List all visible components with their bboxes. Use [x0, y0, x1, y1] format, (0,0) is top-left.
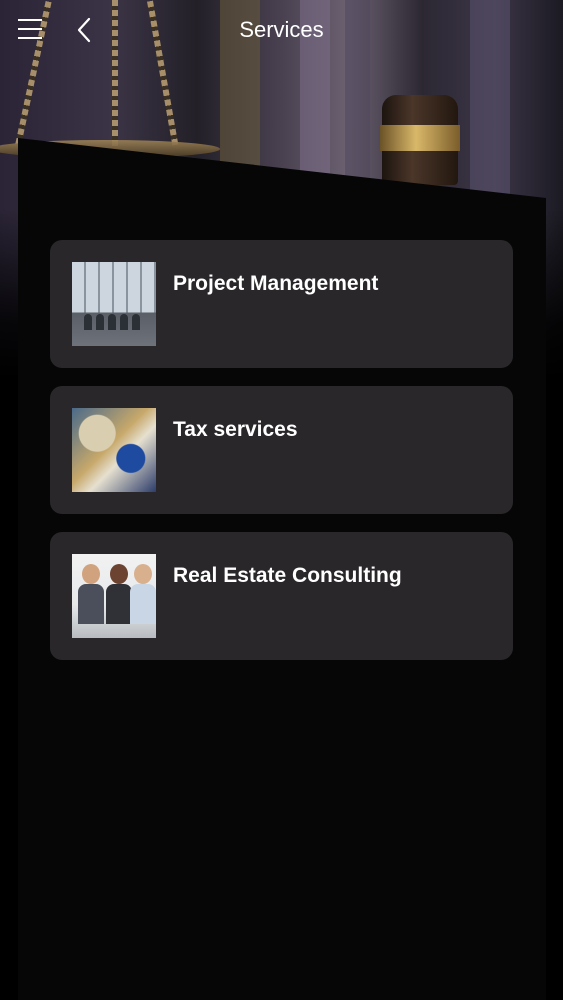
service-label: Real Estate Consulting — [173, 564, 402, 587]
service-card-project-management[interactable]: Project Management — [50, 240, 513, 368]
desk-papers-photo — [72, 408, 156, 492]
service-label: Tax services — [173, 418, 298, 441]
meeting-room-photo — [72, 262, 156, 346]
top-bar: Services — [0, 0, 563, 60]
services-list: Project Management Tax services Real Est… — [50, 240, 513, 678]
service-card-tax-services[interactable]: Tax services — [50, 386, 513, 514]
service-label: Project Management — [173, 272, 379, 295]
page-title: Services — [239, 17, 324, 42]
gavel-band — [380, 125, 460, 151]
business-people-photo — [72, 554, 156, 638]
service-card-real-estate-consulting[interactable]: Real Estate Consulting — [50, 532, 513, 660]
